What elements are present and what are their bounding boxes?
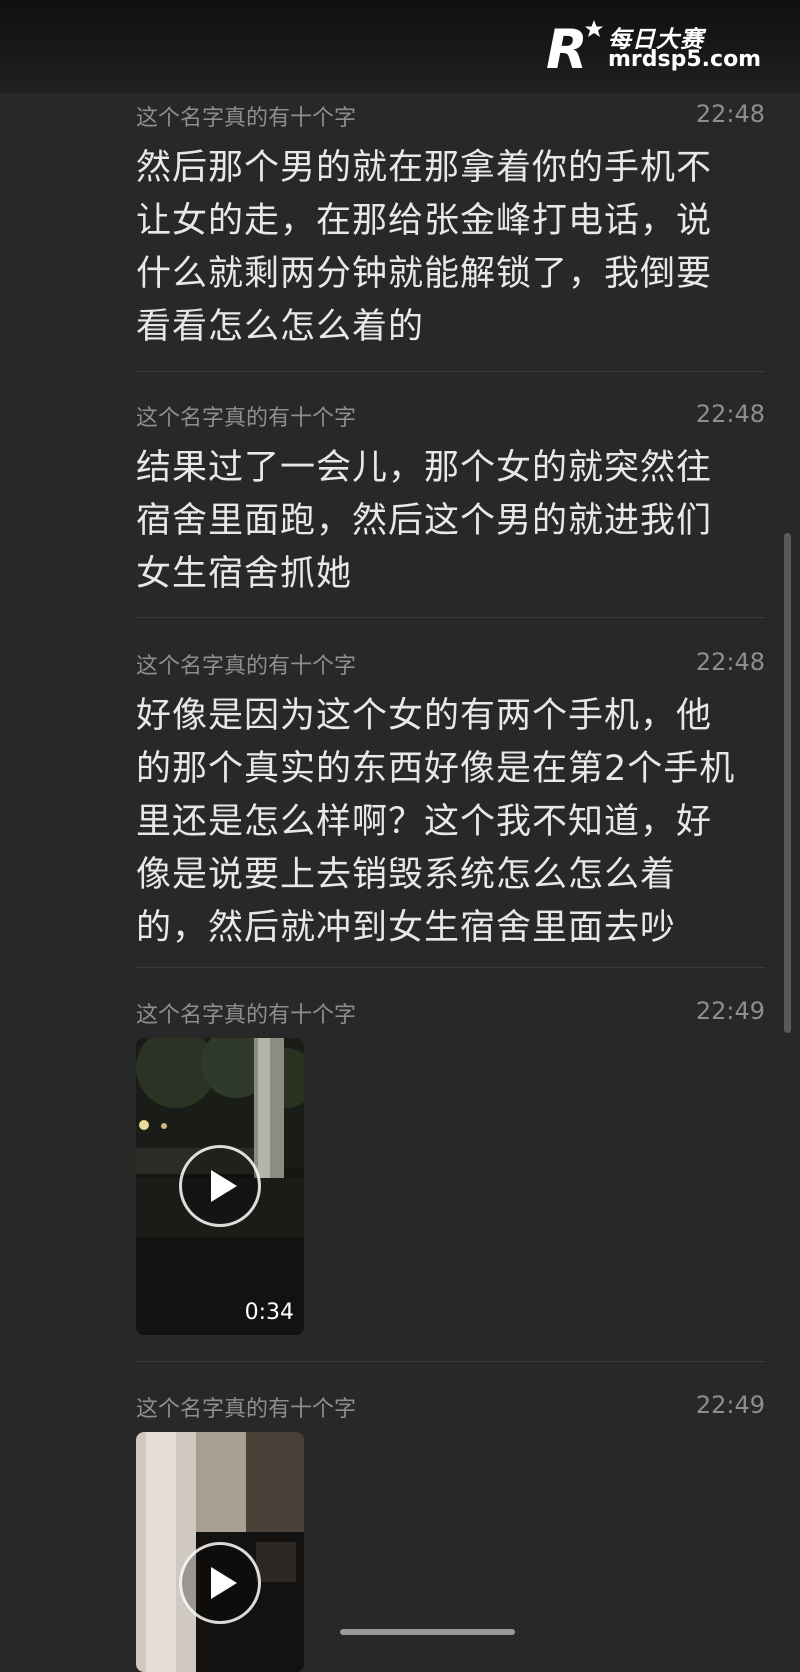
watermark-url-text: mrdsp5.com bbox=[608, 47, 762, 72]
video-duration: 0:34 bbox=[244, 1300, 294, 1325]
message-text: 然后那个男的就在那拿着你的手机不让女的走，在那给张金峰打电话，说什么就剩两分钟就… bbox=[136, 148, 713, 347]
message-time: 22:49 bbox=[695, 1391, 765, 1419]
message-divider bbox=[136, 967, 765, 968]
top-status-area: R 每日大赛 mrdsp5.com bbox=[0, 0, 800, 93]
play-icon bbox=[211, 1567, 237, 1599]
logo-letter: R bbox=[546, 18, 588, 76]
sender-name: 这个名字真的有十个字 bbox=[136, 406, 357, 431]
watermark: R 每日大赛 mrdsp5.com bbox=[544, 18, 774, 76]
message-text: 结果过了一会儿，那个女的就突然往宿舍里面跑，然后这个男的就进我们女生宿舍抓她 bbox=[136, 448, 713, 594]
chat-message[interactable]: 这个名字真的有十个字 22:48 结果过了一会儿，那个女的就突然往宿舍里面跑，然… bbox=[136, 400, 765, 594]
sender-name: 这个名字真的有十个字 bbox=[136, 654, 357, 679]
message-divider bbox=[136, 371, 765, 372]
message-time: 22:48 bbox=[695, 400, 765, 428]
home-indicator[interactable] bbox=[340, 1629, 515, 1635]
sender-name: 这个名字真的有十个字 bbox=[136, 1003, 357, 1028]
chat-message-video: 这个名字真的有十个字 22:49 0:34 bbox=[136, 997, 765, 1337]
chat-message[interactable]: 这个名字真的有十个字 22:48 好像是因为这个女的有两个手机，他的那个真实的东… bbox=[136, 648, 765, 948]
chat-message-video: 这个名字真的有十个字 22:49 bbox=[136, 1391, 765, 1672]
message-time: 22:49 bbox=[695, 997, 765, 1025]
message-time: 22:48 bbox=[695, 100, 765, 128]
play-button[interactable] bbox=[179, 1542, 261, 1624]
chat-message[interactable]: 这个名字真的有十个字 22:48 然后那个男的就在那拿着你的手机不让女的走，在那… bbox=[136, 100, 765, 347]
sender-name: 这个名字真的有十个字 bbox=[136, 106, 357, 131]
message-text: 好像是因为这个女的有两个手机，他的那个真实的东西好像是在第2个手机里还是怎么样啊… bbox=[136, 696, 736, 948]
brand-logo-icon: R bbox=[546, 18, 603, 76]
message-time: 22:48 bbox=[695, 648, 765, 676]
video-thumbnail[interactable] bbox=[136, 1432, 304, 1672]
video-thumbnail[interactable]: 0:34 bbox=[136, 1038, 304, 1335]
message-divider bbox=[136, 1361, 765, 1362]
scrollbar[interactable] bbox=[784, 533, 791, 1033]
play-button[interactable] bbox=[179, 1145, 261, 1227]
message-divider bbox=[136, 617, 765, 618]
play-icon bbox=[211, 1170, 237, 1202]
sender-name: 这个名字真的有十个字 bbox=[136, 1397, 357, 1422]
star-icon bbox=[585, 20, 603, 37]
